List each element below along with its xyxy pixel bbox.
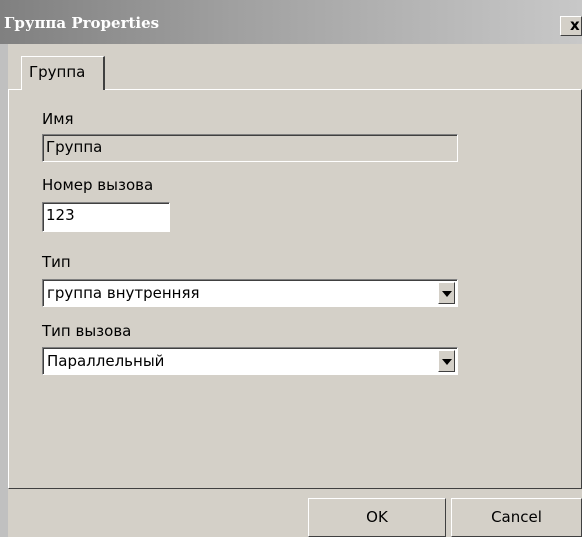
call-type-select[interactable]: Параллельный: [42, 347, 458, 375]
properties-dialog: Группа Properties x Группа Имя Группа Но…: [0, 0, 582, 537]
window-edge: [0, 44, 8, 537]
ok-button[interactable]: OK: [308, 498, 446, 537]
window-title: Группа Properties: [4, 14, 160, 32]
name-label: Имя: [42, 110, 74, 128]
call-number-input[interactable]: 123: [42, 202, 170, 232]
tab-gruppa[interactable]: Группа: [21, 56, 105, 90]
name-field: Группа: [42, 134, 458, 162]
close-icon: x: [570, 16, 580, 34]
call-type-selected-value: Параллельный: [47, 352, 165, 370]
call-number-value: 123: [46, 206, 75, 224]
name-value: Группа: [46, 138, 103, 156]
cancel-button[interactable]: Cancel: [451, 498, 582, 537]
call-number-label: Номер вызова: [42, 176, 154, 194]
chevron-down-icon[interactable]: [438, 282, 455, 304]
type-label: Тип: [42, 253, 71, 271]
type-selected-value: группа внутренняя: [47, 284, 200, 302]
close-button[interactable]: x: [560, 16, 582, 36]
type-select[interactable]: группа внутренняя: [42, 279, 458, 307]
call-type-label: Тип вызова: [42, 322, 132, 340]
tab-label: Группа: [29, 63, 86, 81]
chevron-down-icon[interactable]: [438, 350, 455, 372]
title-bar[interactable]: Группа Properties x: [0, 0, 582, 44]
